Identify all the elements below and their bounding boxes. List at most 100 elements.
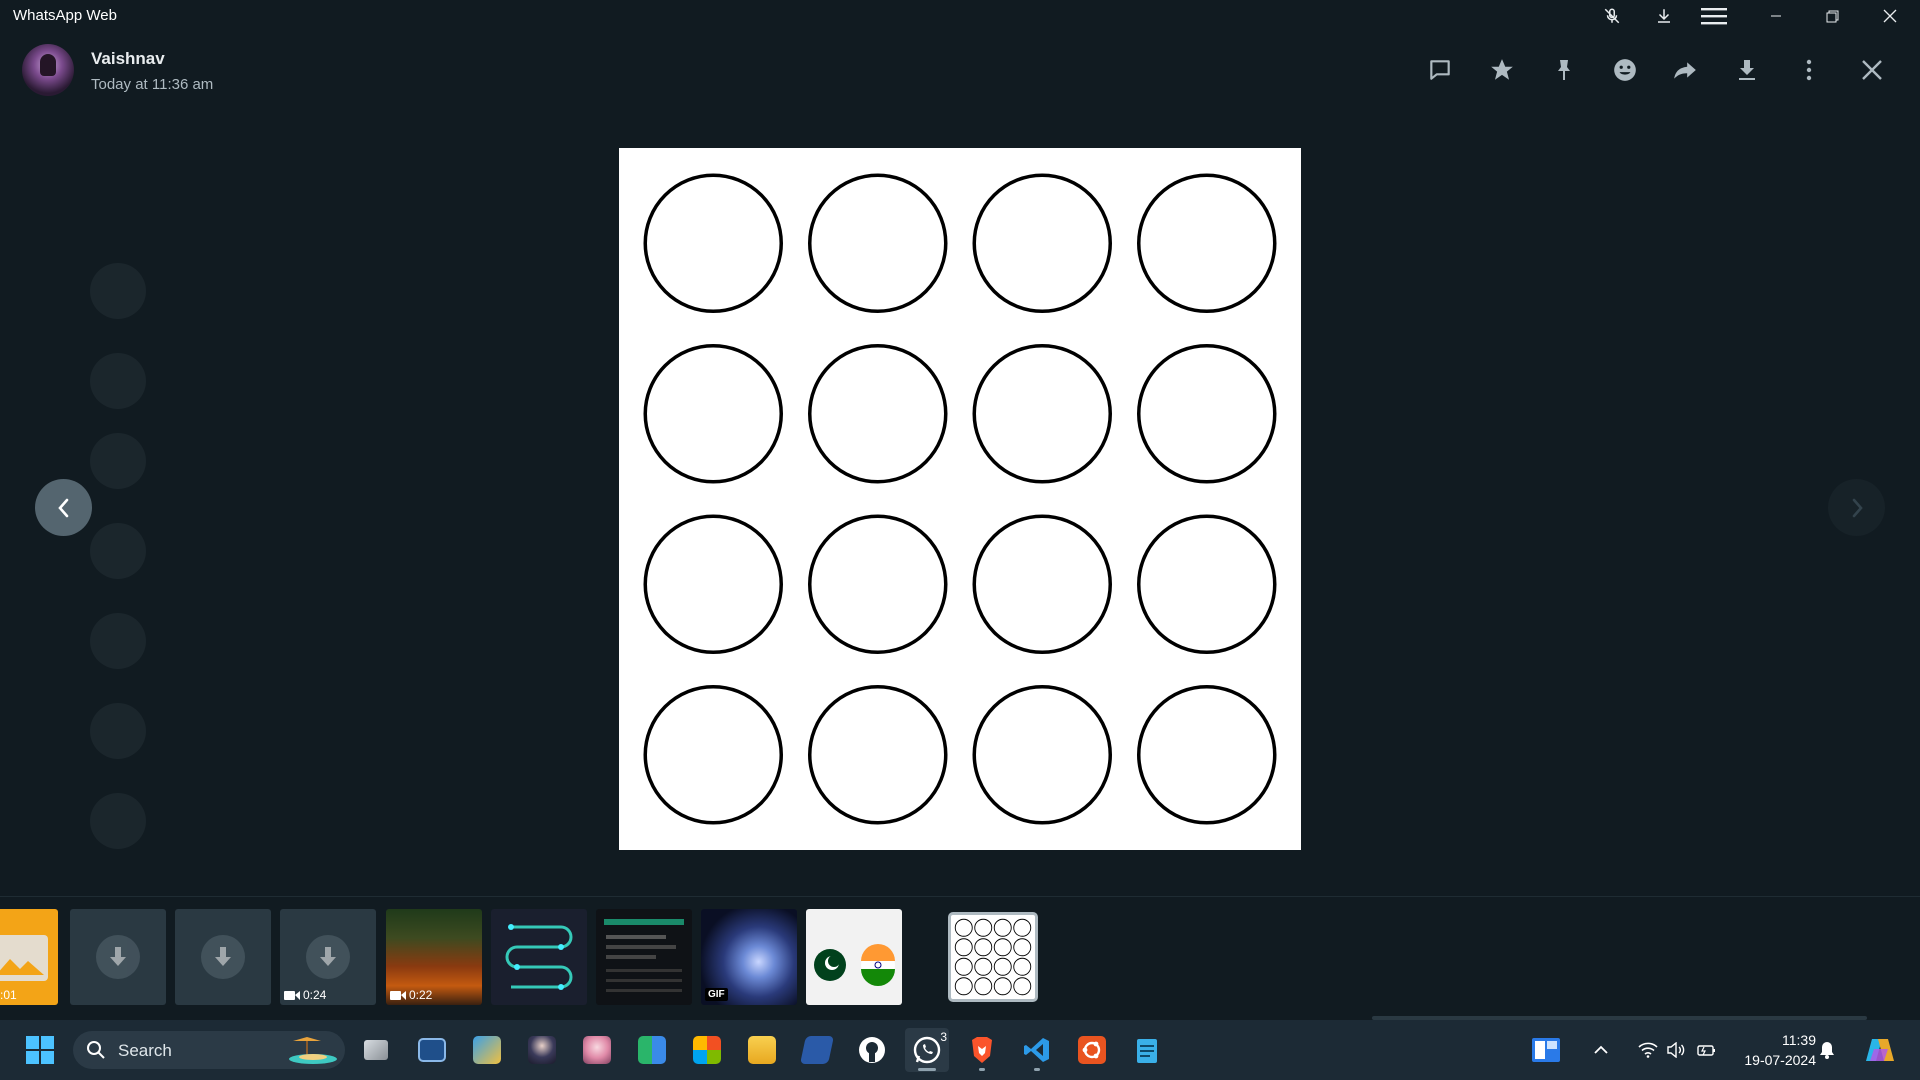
thumbnail-image[interactable] — [596, 909, 692, 1005]
whatsapp-badge: 3 — [940, 1030, 947, 1044]
thumbnail-image[interactable]: :01 — [0, 909, 58, 1005]
grid-circle — [974, 977, 993, 996]
previous-media-button[interactable] — [35, 479, 92, 536]
thumbnail-duration: :01 — [0, 988, 17, 1002]
grid-circle — [808, 514, 948, 654]
reply-icon[interactable] — [1420, 50, 1460, 90]
grid-circle — [993, 977, 1012, 996]
media-thumbnail-strip: :01 0:24 0:22 GIF — [0, 896, 1920, 1017]
grid-circle — [954, 918, 973, 937]
start-button[interactable] — [18, 1028, 62, 1072]
grid-circle — [974, 938, 993, 957]
grid-circle — [643, 173, 783, 313]
thumbnail-image[interactable] — [806, 909, 902, 1005]
thumbnail-duration: 0:24 — [284, 988, 326, 1002]
grid-circle — [643, 344, 783, 484]
running-indicator — [1034, 1068, 1040, 1071]
notification-bell-icon[interactable] — [1812, 1028, 1842, 1072]
wifi-icon[interactable] — [1634, 1028, 1662, 1072]
clock-time: 11:39 — [1782, 1032, 1816, 1048]
circle-grid-image — [643, 173, 1277, 825]
running-indicator — [979, 1068, 985, 1071]
grid-circle — [972, 173, 1112, 313]
search-highlight-icon — [289, 1037, 337, 1064]
mute-icon[interactable] — [1586, 0, 1638, 32]
app-icon-widgets[interactable] — [630, 1028, 674, 1072]
minimize-icon[interactable] — [1750, 0, 1802, 32]
media-image — [619, 148, 1301, 850]
whatsapp-icon[interactable]: 3 — [905, 1028, 949, 1072]
grid-circle — [1137, 685, 1277, 825]
clock-date: 19-07-2024 — [1744, 1052, 1816, 1068]
battery-icon[interactable] — [1692, 1028, 1720, 1072]
thumbnail-image-selected[interactable] — [948, 912, 1038, 1002]
background-chat-row — [90, 785, 610, 855]
download-icon[interactable] — [1727, 50, 1767, 90]
message-timestamp: Today at 11:36 am — [91, 76, 214, 93]
app-title: WhatsApp Web — [13, 7, 117, 24]
thumbnail-video[interactable]: 0:22 — [386, 909, 482, 1005]
background-chat-row — [90, 425, 610, 495]
grid-circle — [643, 514, 783, 654]
ubuntu-icon[interactable] — [1070, 1028, 1114, 1072]
notepad-icon[interactable] — [1125, 1028, 1169, 1072]
windows-icon — [26, 1036, 54, 1064]
grid-circle — [1013, 977, 1032, 996]
window-titlebar: WhatsApp Web — [0, 0, 1920, 32]
app-icon-anime-1[interactable] — [520, 1028, 564, 1072]
background-chat-row — [90, 515, 610, 585]
powershell-icon[interactable] — [795, 1028, 839, 1072]
grid-circle — [808, 685, 948, 825]
file-explorer-icon[interactable] — [740, 1028, 784, 1072]
github-icon[interactable] — [850, 1028, 894, 1072]
chevron-up-icon[interactable] — [1586, 1028, 1616, 1072]
next-media-button[interactable] — [1828, 479, 1885, 536]
window-close-icon[interactable] — [1864, 0, 1916, 32]
app-icon-control-panel[interactable] — [465, 1028, 509, 1072]
more-options-icon[interactable] — [1789, 50, 1829, 90]
app-icon-monitor[interactable] — [410, 1028, 454, 1072]
video-camera-icon — [284, 990, 300, 1000]
taskbar: Search 3 11:39 19-07-2024 — [0, 1020, 1920, 1080]
pin-icon[interactable] — [1544, 50, 1584, 90]
background-chat-row — [90, 255, 610, 325]
grid-circle — [993, 918, 1012, 937]
copilot-icon[interactable] — [1858, 1028, 1902, 1072]
download-icon[interactable] — [201, 935, 245, 979]
search-label: Search — [118, 1041, 172, 1060]
app-icon-anime-2[interactable] — [575, 1028, 619, 1072]
microsoft-store-icon[interactable] — [685, 1028, 729, 1072]
forward-icon[interactable] — [1665, 50, 1705, 90]
grid-circle — [643, 685, 783, 825]
grid-circle — [1137, 514, 1277, 654]
react-icon[interactable] — [1605, 50, 1645, 90]
thumbnail-download[interactable] — [70, 909, 166, 1005]
active-indicator — [918, 1068, 936, 1071]
background-chat-row — [90, 605, 610, 675]
grid-circle — [974, 918, 993, 937]
close-icon[interactable] — [1852, 50, 1892, 90]
download-icon[interactable] — [306, 935, 350, 979]
thumbnail-gif[interactable]: GIF — [701, 909, 797, 1005]
thumbnail-video-download[interactable]: 0:24 — [280, 909, 376, 1005]
star-icon[interactable] — [1482, 50, 1522, 90]
task-view-icon[interactable] — [354, 1028, 398, 1072]
grid-circle — [993, 957, 1012, 976]
grid-circle — [1137, 344, 1277, 484]
grid-circle — [972, 344, 1112, 484]
brave-browser-icon[interactable] — [960, 1028, 1004, 1072]
system-clock[interactable]: 11:39 19-07-2024 — [1726, 1030, 1816, 1070]
download-icon[interactable] — [96, 935, 140, 979]
taskbar-search[interactable]: Search — [73, 1031, 345, 1069]
download-icon[interactable] — [1638, 0, 1690, 32]
restore-icon[interactable] — [1806, 0, 1858, 32]
vscode-icon[interactable] — [1015, 1028, 1059, 1072]
grid-circle — [1137, 173, 1277, 313]
widgets-icon[interactable] — [1524, 1028, 1568, 1072]
volume-icon[interactable] — [1662, 1028, 1690, 1072]
grid-circle — [972, 514, 1112, 654]
avatar[interactable] — [22, 44, 74, 96]
thumbnail-download[interactable] — [175, 909, 271, 1005]
menu-icon[interactable] — [1688, 0, 1740, 32]
thumbnail-image[interactable] — [491, 909, 587, 1005]
